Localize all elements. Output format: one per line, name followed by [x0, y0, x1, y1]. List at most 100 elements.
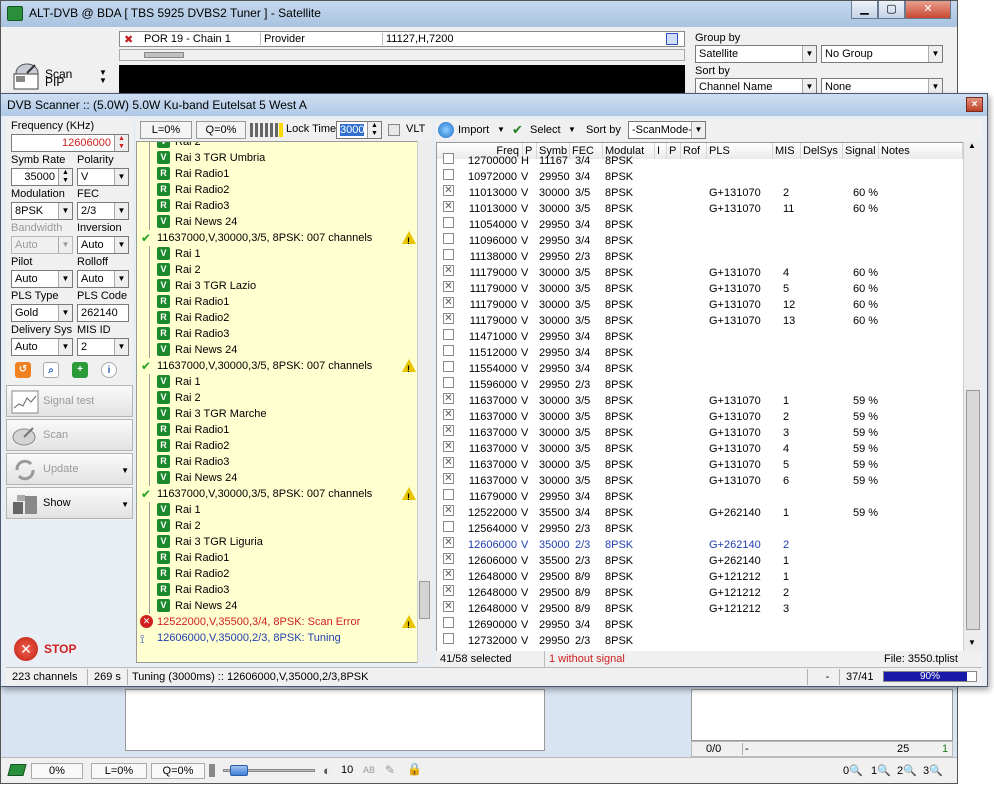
q-slot-1[interactable]: 1🔍	[871, 764, 891, 777]
grid-row[interactable]: ✕ 12648000 V 29500 8/9 8PSK G+121212 3	[437, 601, 967, 617]
video-area[interactable]	[119, 65, 685, 95]
tree-scroll-thumb[interactable]	[419, 581, 430, 619]
grid-row[interactable]: 12700000 H 11167 3/4 8PSK	[437, 153, 967, 169]
scanner-close-button[interactable]: ×	[966, 97, 983, 112]
grid-row[interactable]: 12690000 V 29950 3/4 8PSK	[437, 617, 967, 633]
tree-channel-row[interactable]: V Rai 3 TGR Umbria	[137, 150, 427, 166]
grid-row[interactable]: 11054000 V 29950 3/4 8PSK	[437, 217, 967, 233]
lock-time-input[interactable]: 3000 ▲ ▼	[336, 121, 382, 139]
row-checkbox[interactable]: ✕	[443, 601, 454, 612]
tree-channel-row[interactable]: V Rai News 24	[137, 598, 427, 614]
q-slot-0[interactable]: 0🔍	[843, 764, 863, 777]
modulation-select[interactable]: 8PSK ▼	[11, 202, 73, 220]
row-checkbox[interactable]: ✕	[443, 313, 454, 324]
pip-tool-button[interactable]: PIP ▼	[9, 71, 113, 93]
row-checkbox[interactable]: ✕	[443, 265, 454, 276]
grid-row[interactable]: ✕ 11637000 V 30000 3/5 8PSK G+131070 4 59 %	[437, 441, 967, 457]
tree-channel-row[interactable]: V Rai News 24	[137, 214, 427, 230]
grid-row[interactable]: ✕ 12606000 V 35000 2/3 8PSK G+262140 2	[437, 537, 967, 553]
grid-row[interactable]: ✕ 11637000 V 30000 3/5 8PSK G+131070 3 59 %	[437, 425, 967, 441]
row-checkbox[interactable]: ✕	[443, 505, 454, 516]
tree-transponder-row[interactable]: ✔ 11637000,V,30000,3/5, 8PSK: 007 channel…	[137, 358, 427, 374]
row-checkbox[interactable]	[443, 361, 454, 372]
row-checkbox[interactable]: ✕	[443, 185, 454, 196]
tree-channel-row[interactable]: R Rai Radio2	[137, 566, 427, 582]
close-x-icon[interactable]: ✖	[124, 33, 133, 46]
tree-channel-row[interactable]: R Rai Radio2	[137, 182, 427, 198]
lock-time-spinner[interactable]: ▲ ▼	[367, 122, 381, 138]
signal-test-button[interactable]: Signal test	[6, 385, 133, 417]
fec-select[interactable]: 2/3 ▼	[77, 202, 129, 220]
sort-by-select[interactable]: Channel Name ▼	[695, 78, 817, 94]
pilot-select[interactable]: Auto ▼	[11, 270, 73, 288]
update-button[interactable]: Update ▼	[6, 453, 133, 485]
row-checkbox[interactable]	[443, 521, 454, 532]
tree-channel-row[interactable]: V Rai 3 TGR Lazio	[137, 278, 427, 294]
add-icon[interactable]: +	[72, 362, 88, 378]
stop-button[interactable]: ✕ STOP	[6, 635, 133, 663]
tree-scrollbar[interactable]	[417, 141, 431, 663]
tree-channel-row[interactable]: R Rai Radio3	[137, 326, 427, 342]
group-by-select[interactable]: Satellite ▼	[695, 45, 817, 63]
group-secondary-select[interactable]: No Group ▼	[821, 45, 943, 63]
row-checkbox[interactable]: ✕	[443, 473, 454, 484]
grid-row[interactable]: 11679000 V 29950 3/4 8PSK	[437, 489, 967, 505]
rolloff-select[interactable]: Auto ▼	[77, 270, 129, 288]
grid-row[interactable]: 11138000 V 29950 2/3 8PSK	[437, 249, 967, 265]
grid-row[interactable]: ✕ 12648000 V 29500 8/9 8PSK G+121212 1	[437, 569, 967, 585]
chevron-down-icon[interactable]: ▼	[121, 500, 129, 509]
tree-channel-row[interactable]: R Rai Radio3	[137, 582, 427, 598]
tree-channel-row[interactable]: V Rai 2	[137, 518, 427, 534]
grid-row[interactable]: ✕ 11637000 V 30000 3/5 8PSK G+131070 1 59 %	[437, 393, 967, 409]
chevron-down-icon[interactable]: ▼	[121, 466, 129, 475]
pls-code-input[interactable]: 262140	[77, 304, 129, 322]
grid-row[interactable]: 11512000 V 29950 3/4 8PSK	[437, 345, 967, 361]
reset-icon[interactable]: ↺	[15, 362, 31, 378]
chevron-down-icon[interactable]: ▼	[568, 121, 576, 139]
info-icon[interactable]: i	[101, 362, 117, 378]
vlt-checkbox[interactable]	[388, 124, 400, 136]
grid-row[interactable]: 12564000 V 29950 2/3 8PSK	[437, 521, 967, 537]
chevron-down-icon[interactable]: ▼	[99, 76, 107, 85]
row-checkbox[interactable]: ✕	[443, 537, 454, 548]
grid-scrollbar[interactable]: ▲ ▼	[963, 141, 982, 652]
select-button[interactable]: ✔ Select ▼	[512, 121, 578, 139]
row-checkbox[interactable]	[443, 233, 454, 244]
row-checkbox[interactable]	[443, 617, 454, 628]
grid-row[interactable]: ✕ 11013000 V 30000 3/5 8PSK G+131070 2 60 %	[437, 185, 967, 201]
import-button[interactable]: Import ▼	[438, 121, 508, 139]
row-checkbox[interactable]: ✕	[443, 553, 454, 564]
row-checkbox[interactable]	[443, 217, 454, 228]
grid-row[interactable]: ✕ 11637000 V 30000 3/5 8PSK G+131070 2 59 %	[437, 409, 967, 425]
scroll-down-icon[interactable]: ▼	[968, 638, 976, 647]
tree-channel-row[interactable]: V Rai News 24	[137, 470, 427, 486]
volume-thumb[interactable]	[230, 765, 248, 776]
symb-rate-spinner[interactable]: ▲ ▼	[58, 169, 72, 185]
tree-channel-row[interactable]: V Rai 1	[137, 246, 427, 262]
row-checkbox[interactable]: ✕	[443, 585, 454, 596]
row-checkbox[interactable]: ✕	[443, 201, 454, 212]
tree-channel-row[interactable]: R Rai Radio1	[137, 166, 427, 182]
scan-results-tree[interactable]: V Rai 2 V Rai 3 TGR Umbria R Rai Radio1 R Rai R…	[136, 141, 431, 663]
tree-channel-row[interactable]: V Rai 1	[137, 374, 427, 390]
row-checkbox[interactable]	[443, 329, 454, 340]
grid-row[interactable]: ✕ 11637000 V 30000 3/5 8PSK G+131070 6 59 %	[437, 473, 967, 489]
tree-channel-row[interactable]: R Rai Radio1	[137, 294, 427, 310]
record-icon[interactable]	[666, 33, 678, 45]
tree-transponder-row[interactable]: ✔ 11637000,V,30000,3/5, 8PSK: 007 channel…	[137, 486, 427, 502]
pen-icon[interactable]: ✎	[385, 763, 395, 777]
grid-row[interactable]: ✕ 11179000 V 30000 3/5 8PSK G+131070 4 60 %	[437, 265, 967, 281]
scan-button[interactable]: Scan	[6, 419, 133, 451]
volume-slider[interactable]	[223, 765, 315, 776]
polarity-select[interactable]: V ▼	[77, 168, 129, 186]
row-checkbox[interactable]: ✕	[443, 457, 454, 468]
frequency-spinner[interactable]: ▲ ▼	[114, 135, 128, 151]
tree-transponder-row[interactable]: ✕ 12522000,V,35500,3/4, 8PSK: Scan Error!	[137, 614, 427, 630]
tree-channel-row[interactable]: V Rai 2	[137, 262, 427, 278]
chevron-down-icon[interactable]: ▼	[497, 121, 505, 139]
row-checkbox[interactable]: ✕	[443, 297, 454, 308]
row-checkbox[interactable]	[443, 633, 454, 644]
tree-channel-row[interactable]: R Rai Radio2	[137, 310, 427, 326]
tree-channel-row[interactable]: V Rai 3 TGR Liguria	[137, 534, 427, 550]
delivery-sys-select[interactable]: Auto ▼	[11, 338, 73, 356]
